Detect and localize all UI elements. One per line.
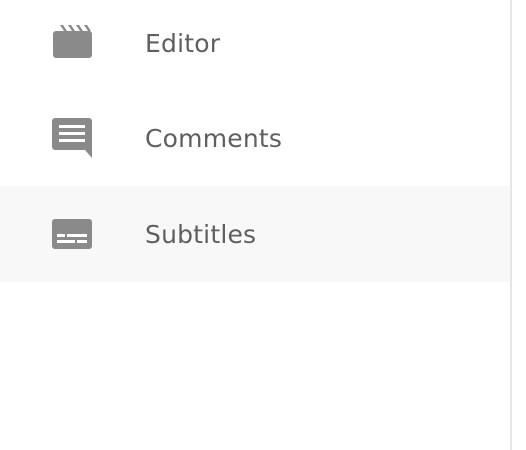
sidebar-item-label: Editor xyxy=(145,28,221,58)
sidebar-divider xyxy=(510,0,512,450)
subtitles-icon xyxy=(52,214,92,254)
comment-icon xyxy=(52,118,92,158)
sidebar-item-editor[interactable]: Editor xyxy=(0,0,510,91)
sidebar-nav: Editor Comments Subtitles xyxy=(0,0,510,450)
sidebar-item-subtitles[interactable]: Subtitles xyxy=(0,186,510,282)
sidebar-item-label: Subtitles xyxy=(145,219,257,249)
sidebar-item-label: Comments xyxy=(145,123,283,153)
sidebar-item-comments[interactable]: Comments xyxy=(0,90,510,186)
clapperboard-icon xyxy=(52,23,92,63)
